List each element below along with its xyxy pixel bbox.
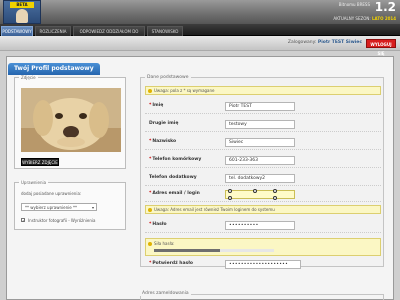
email-label: *Adres email / login <box>149 191 200 196</box>
permissions-legend: Uprawnienia <box>19 180 49 185</box>
email-note-text: Uwaga: Adres email jest również Twoim lo… <box>154 207 275 212</box>
required-note-text: Uwaga: pola z * są wymagane <box>154 88 215 93</box>
field-row-second-name: Drugie imię testowy <box>145 118 381 132</box>
password-strength-fill <box>154 249 220 252</box>
field-row-mobile: *Telefon komórkowy 601-233-363 <box>145 154 381 168</box>
logged-user: Zalogowany: Piotr TEST Siwiec <box>288 40 362 45</box>
info-icon <box>148 88 152 93</box>
field-row-confirm: *Potwierdź hasło •••••••••••••••••••• <box>145 258 381 272</box>
chevron-down-icon: ▾ <box>91 205 94 210</box>
logged-username[interactable]: Piotr TEST Siwiec <box>318 40 362 45</box>
resize-handle-icon[interactable] <box>253 189 257 193</box>
tab-odpowiedz[interactable]: ODPOWIEDZ ODDZIAŁOM DO ZAPISÓW <box>73 26 145 44</box>
basic-data-form: Dane podstawowe Uwaga: pola z * są wymag… <box>140 75 384 269</box>
second-name-label: Drugie imię <box>149 121 179 126</box>
required-note: Uwaga: pola z * są wymagane <box>145 86 381 95</box>
extra-phone-input[interactable]: tel. dodatkowy2 <box>225 174 295 183</box>
form-legend: Dane podstawowe <box>145 75 191 80</box>
info-icon <box>148 242 152 246</box>
season-label: AKTUALNY SEZON: <box>333 16 371 21</box>
address-legend: Adres zameldowania <box>140 291 191 296</box>
resize-handle-icon[interactable] <box>273 189 277 193</box>
tab-podstawowy[interactable]: PODSTAWOWY <box>1 26 33 36</box>
email-note: Uwaga: Adres email jest również Twoim lo… <box>145 205 381 214</box>
resize-handle-icon[interactable] <box>228 196 232 200</box>
logout-button[interactable]: WYLOGUJ SIĘ <box>366 39 396 56</box>
password-strength: Siła hasła: <box>145 238 381 256</box>
dog-photo-image <box>21 88 121 152</box>
main-nav: PODSTAWOWY ROZLICZENIA ODPOWIEDZ ODDZIAŁ… <box>0 24 400 44</box>
surname-label: *Nazwisko <box>149 139 177 144</box>
surname-input[interactable]: Siwiec <box>225 138 295 147</box>
tab-stanowisko[interactable]: STANOWISKO <box>147 26 183 36</box>
password-strength-label: Siła hasła: <box>154 241 175 246</box>
confirm-password-input[interactable]: •••••••••••••••••••• <box>225 260 301 269</box>
extra-phone-label: Telefon dodatkowy <box>149 175 197 180</box>
brand-name: Bitnomu BRESS <box>338 2 370 7</box>
logged-label: Zalogowany: <box>287 40 317 45</box>
first-name-input[interactable]: Piotr TEST <box>225 102 295 111</box>
permissions-box: Uprawnienia dodaj posiadane uprawnienia:… <box>14 180 126 230</box>
field-row-email: *Adres email / login <box>145 188 381 202</box>
resize-handle-icon[interactable] <box>228 189 232 193</box>
field-row-extra-phone: Telefon dodatkowy tel. dodatkowy2 <box>145 172 381 186</box>
info-icon <box>148 207 152 212</box>
photo-box: Zdjęcie WYBIERZ ZDJĘCIE <box>14 75 126 169</box>
tab-rozliczenia[interactable]: ROZLICZENIA <box>35 26 71 36</box>
confirm-password-label: *Potwierdź hasło <box>149 261 193 266</box>
app-logo[interactable]: BETA <box>3 0 41 24</box>
app-version: 1.2 <box>374 0 396 14</box>
instructor-checkbox-label: Instruktor fotografii - Wyróżnienia <box>28 218 96 223</box>
add-permission-label: dodaj posiadane uprawnienia: <box>21 191 82 196</box>
user-bar: Zalogowany: Piotr TEST Siwiec WYLOGUJ SI… <box>0 36 400 56</box>
current-season: AKTUALNY SEZON: LATO 2014 <box>333 16 396 21</box>
page-title: Twój Profil podstawowy <box>8 63 100 75</box>
profile-photo <box>21 88 121 152</box>
field-row-surname: *Nazwisko Siwiec <box>145 136 381 150</box>
top-header: BETA Bitnomu BRESS 1.2 AKTUALNY SEZON: L… <box>0 0 400 24</box>
first-name-label: *Imię <box>149 103 164 108</box>
email-input[interactable] <box>225 190 295 199</box>
permission-select[interactable]: ** wybierz uprawnienie ** ▾ <box>21 203 97 211</box>
season-value: LATO 2014 <box>372 16 396 21</box>
mobile-input[interactable]: 601-233-363 <box>225 156 295 165</box>
instructor-checkbox[interactable]: ✓ <box>21 218 25 223</box>
field-row-first-name: *Imię Piotr TEST <box>145 100 381 114</box>
second-name-input[interactable]: testowy <box>225 120 295 129</box>
choose-photo-button[interactable]: WYBIERZ ZDJĘCIE <box>21 158 59 166</box>
logo-badge: BETA <box>10 2 34 8</box>
photo-legend: Zdjęcie <box>19 75 38 80</box>
resize-handle-icon[interactable] <box>273 196 277 200</box>
mobile-label: *Telefon komórkowy <box>149 157 202 162</box>
field-row-password: *Hasło •••••••••• <box>145 219 381 233</box>
logo-figure-icon <box>16 9 28 23</box>
permission-select-value: ** wybierz uprawnienie ** <box>25 205 77 210</box>
password-strength-bar <box>154 249 274 252</box>
password-input[interactable]: •••••••••• <box>225 221 295 230</box>
password-label: *Hasło <box>149 222 167 227</box>
